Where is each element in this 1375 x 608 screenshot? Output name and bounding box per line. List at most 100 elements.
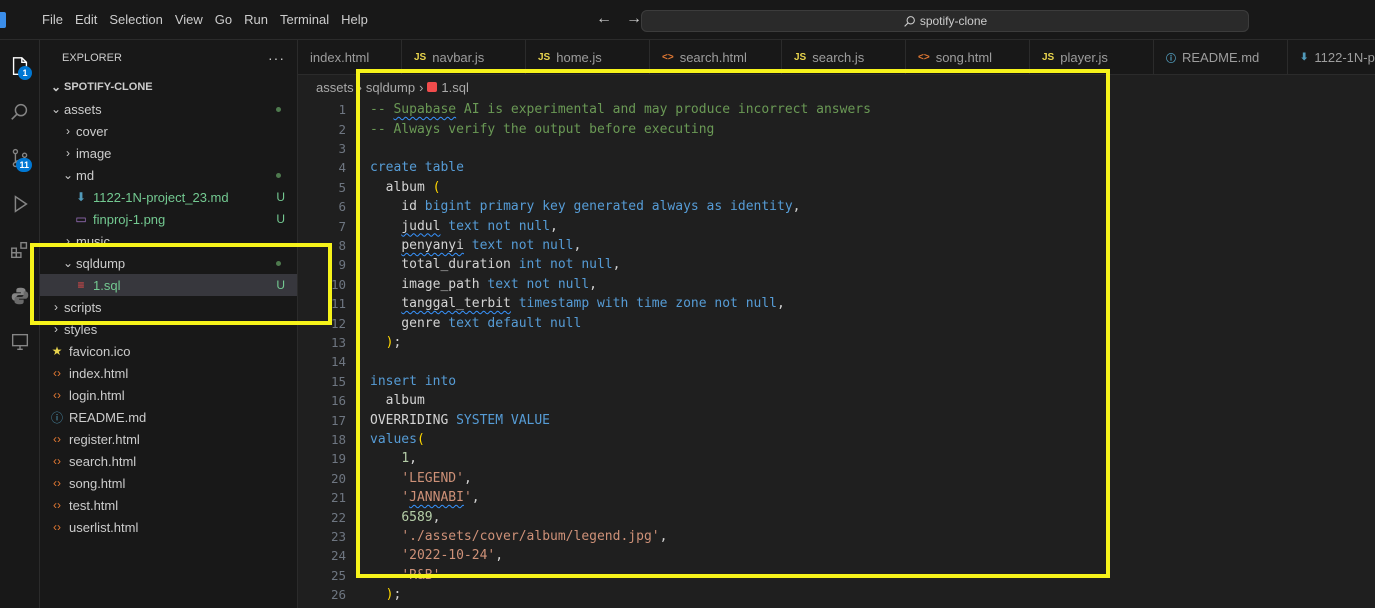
tab-navbar-js[interactable]: JS navbar.js — [402, 40, 526, 74]
code-text: 1, — [370, 451, 417, 466]
tree-item-login-html[interactable]: ‹› login.html — [40, 384, 297, 406]
tab-index-html[interactable]: index.html — [298, 40, 402, 74]
tree-item-assets[interactable]: ⌄ assets — [40, 98, 297, 120]
remote-explorer-activity[interactable] — [0, 322, 40, 362]
code-line: 2 -- Always verify the output before exec… — [298, 119, 1375, 138]
tab-label: index.html — [310, 50, 370, 65]
tree-item-finproj-1-png[interactable]: ▭ finproj-1.png U — [40, 208, 297, 230]
tab-readme-md[interactable]: ⓘ README.md — [1154, 40, 1288, 74]
tree-item-readme-md[interactable]: ⓘ README.md — [40, 406, 297, 428]
line-number: 2 — [338, 121, 346, 137]
run-debug-activity[interactable] — [0, 184, 40, 224]
tree-item-music[interactable]: › music — [40, 230, 297, 252]
tree-item-md[interactable]: ⌄ md — [40, 164, 297, 186]
code-token: ' — [401, 490, 410, 506]
tree-item-1-sql[interactable]: ≡ 1.sql U — [40, 274, 297, 296]
breadcrumb-file[interactable]: 1.sql — [441, 80, 468, 95]
modified-dot-icon — [276, 261, 281, 266]
chevron-right-icon: › — [419, 79, 424, 95]
tree-item-song-html[interactable]: ‹› song.html — [40, 472, 297, 494]
tree-item-label: test.html — [69, 497, 119, 513]
line-number: 16 — [330, 393, 346, 409]
source-control-activity[interactable]: 11 — [0, 138, 40, 178]
line-number: 12 — [330, 315, 346, 331]
menu-help[interactable]: Help — [335, 0, 374, 40]
python-activity[interactable] — [0, 276, 40, 316]
tab-search-html[interactable]: <> search.html — [650, 40, 782, 74]
code-text: image_path text not null, — [370, 277, 597, 292]
code-token: bigint primary key generated always as i… — [424, 199, 793, 215]
code-token: judul — [401, 218, 441, 234]
code-line: 6 id bigint primary key generated always… — [298, 197, 1375, 216]
forward-arrow-icon[interactable]: → — [626, 10, 642, 28]
explorer-activity[interactable]: 1 — [0, 46, 40, 86]
chevron-right-icon: › — [54, 322, 58, 336]
menu-file[interactable]: File — [36, 0, 69, 40]
command-center-search[interactable]: spotify-clone — [641, 10, 1249, 32]
tab-label: search.html — [679, 50, 747, 65]
tree-item-image[interactable]: › image — [40, 142, 297, 164]
tree-item-search-html[interactable]: ‹› search.html — [40, 450, 297, 472]
code-token: JANNABI — [409, 490, 464, 506]
more-actions-icon[interactable]: ··· — [268, 50, 285, 66]
tree-item-label: md — [76, 167, 95, 183]
tree-item-1122-1n-project-23-md[interactable]: ⬇ 1122-1N-project_23.md U — [40, 186, 297, 208]
menu-edit[interactable]: Edit — [69, 0, 103, 40]
tree-item-test-html[interactable]: ‹› test.html — [40, 494, 297, 516]
tab-label: search.js — [812, 50, 865, 65]
line-number: 22 — [330, 509, 346, 525]
tree-item-label: cover — [76, 123, 108, 139]
code-token: tanggal_terbit — [401, 296, 511, 312]
breadcrumb-assets[interactable]: assets — [316, 80, 354, 95]
tree-item-cover[interactable]: › cover — [40, 120, 297, 142]
tree-item-scripts[interactable]: › scripts — [40, 296, 297, 318]
file-tree: ⌄ assets › cover › image ⌄ md ⬇ 1122-1N-project_2… — [40, 98, 297, 538]
js-file-icon: JS — [414, 52, 427, 63]
search-activity[interactable] — [0, 92, 40, 132]
breadcrumb-sqldump[interactable]: sqldump — [366, 80, 415, 95]
tab-player-js[interactable]: JS player.js — [1030, 40, 1154, 74]
tree-item-label: 1.sql — [93, 277, 121, 293]
code-editor[interactable]: 1 -- Supabase AI is experimental and may … — [298, 98, 1375, 608]
code-line: 13 ); — [298, 333, 1375, 352]
back-arrow-icon[interactable]: ← — [596, 10, 612, 28]
tab-home-js[interactable]: JS home.js — [526, 40, 650, 74]
tree-item-register-html[interactable]: ‹› register.html — [40, 428, 297, 450]
tree-item-userlist-html[interactable]: ‹› userlist.html — [40, 516, 297, 538]
menu-selection[interactable]: Selection — [103, 0, 168, 40]
code-token: , — [463, 470, 472, 486]
menu-go[interactable]: Go — [209, 0, 238, 40]
explorer-title: EXPLORER — [62, 52, 122, 64]
code-line: 19 1, — [298, 449, 1375, 468]
tree-item-sqldump[interactable]: ⌄ sqldump — [40, 252, 297, 274]
png-file-icon: ▭ — [75, 212, 87, 226]
tree-item-favicon-ico[interactable]: ★ favicon.ico — [40, 340, 297, 362]
tab-search-js[interactable]: JS search.js — [782, 40, 906, 74]
code-line: 26 ); — [298, 585, 1375, 604]
tab-1122-1n-pro[interactable]: ⬇ 1122-1N-pro — [1288, 40, 1375, 74]
tree-item-label: search.html — [69, 453, 137, 469]
menu-view[interactable]: View — [169, 0, 209, 40]
remote-explorer-icon — [11, 333, 29, 351]
menu-run[interactable]: Run — [238, 0, 274, 40]
code-token: 1 — [401, 451, 410, 467]
code-token: timestamp with time zone not null — [518, 296, 777, 312]
tree-item-index-html[interactable]: ‹› index.html — [40, 362, 297, 384]
modified-dot-icon — [276, 173, 281, 178]
line-number: 21 — [330, 490, 346, 506]
line-number: 17 — [330, 412, 346, 428]
menu-terminal[interactable]: Terminal — [274, 0, 335, 40]
breadcrumb: assets › sqldump › 1.sql — [298, 76, 1375, 98]
line-number: 9 — [338, 257, 346, 273]
workspace-root[interactable]: ⌄ SPOTIFY-CLONE — [40, 76, 297, 98]
extensions-activity[interactable] — [0, 230, 40, 270]
code-text: './assets/cover/album/legend.jpg', — [370, 529, 667, 544]
line-number: 14 — [330, 354, 346, 370]
tree-item-styles[interactable]: › styles — [40, 318, 297, 340]
tab-song-html[interactable]: <> song.html — [906, 40, 1030, 74]
